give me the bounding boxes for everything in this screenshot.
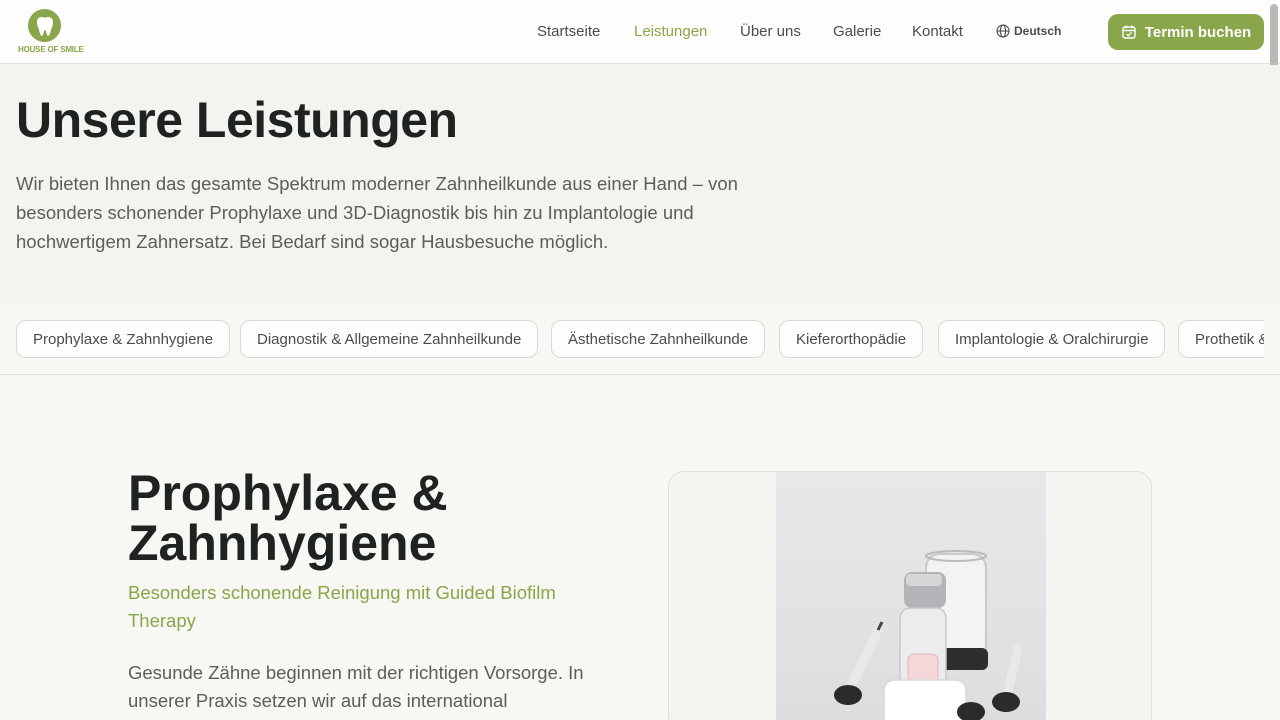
- tab-aesthetische[interactable]: Ästhetische Zahnheilkunde: [551, 320, 766, 358]
- page-scrollbar[interactable]: [1270, 4, 1278, 74]
- nav-kontakt[interactable]: Kontakt: [912, 23, 963, 40]
- brand-name: HOUSE OF SMILE: [18, 45, 84, 54]
- service-image-card: [668, 471, 1152, 720]
- language-label: Deutsch: [1014, 24, 1062, 38]
- tab-diagnostik[interactable]: Diagnostik & Allgemeine Zahnheilkunde: [240, 320, 539, 358]
- nav-ueber-uns[interactable]: Über uns: [740, 23, 801, 40]
- book-appointment-label: Termin buchen: [1144, 23, 1252, 41]
- nav-leistungen[interactable]: Leistungen: [634, 23, 707, 40]
- language-switcher[interactable]: Deutsch: [996, 24, 1061, 38]
- calendar-icon: [1122, 25, 1136, 39]
- book-appointment-button[interactable]: Termin buchen: [1108, 14, 1264, 50]
- tab-implantologie[interactable]: Implantologie & Oralchirurgie: [938, 320, 1166, 358]
- airflow-device-image: [776, 472, 1046, 720]
- category-tabs: Prophylaxe & Zahnhygiene Diagnostik & Al…: [0, 305, 1280, 375]
- tab-prophylaxe[interactable]: Prophylaxe & Zahnhygiene: [16, 320, 231, 358]
- tab-prothetik[interactable]: Prothetik &: [1178, 320, 1264, 358]
- section-title: Prophylaxe & Zahnhygiene: [128, 465, 448, 571]
- nav-galerie[interactable]: Galerie: [833, 23, 881, 40]
- brand-logo[interactable]: HOUSE OF SMILE: [18, 9, 84, 57]
- tooth-icon: [28, 9, 61, 42]
- tab-kieferorthopaedie[interactable]: Kieferorthopädie: [779, 320, 924, 358]
- section-body: Gesunde Zähne beginnen mit der richtigen…: [128, 662, 584, 711]
- intro-lead: Wir bieten Ihnen das gesamte Spektrum mo…: [16, 173, 738, 252]
- nav-startseite[interactable]: Startseite: [537, 23, 600, 40]
- tabs-scroller[interactable]: Prophylaxe & Zahnhygiene Diagnostik & Al…: [16, 320, 1264, 360]
- section-subtitle: Besonders schonende Reinigung mit Guided…: [128, 582, 556, 631]
- site-header: HOUSE OF SMILE Startseite Leistungen Übe…: [0, 0, 1280, 64]
- globe-icon: [996, 24, 1010, 38]
- page-title: Unsere Leistungen: [16, 92, 458, 148]
